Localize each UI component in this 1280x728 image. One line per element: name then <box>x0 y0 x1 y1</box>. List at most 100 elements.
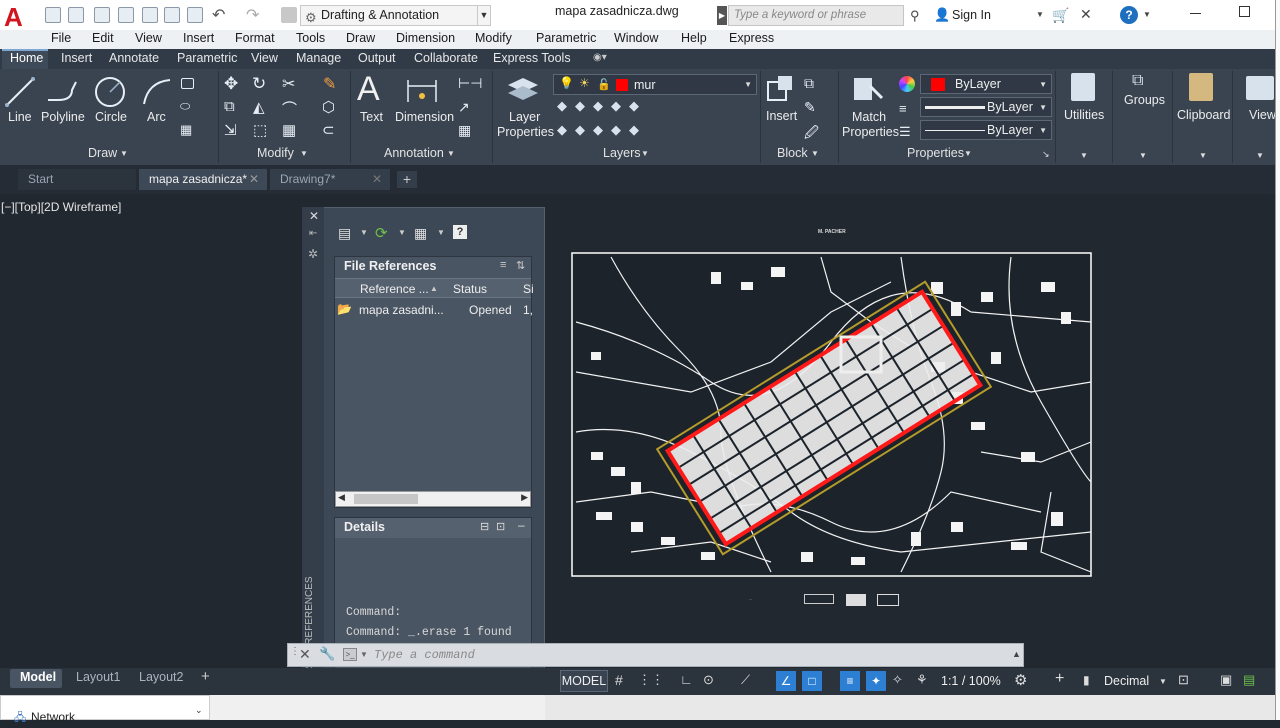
table-row[interactable]: 📂 mapa zasadni... Opened 1, <box>336 301 533 321</box>
gear-icon[interactable]: ⚙ <box>1014 671 1027 689</box>
help-icon[interactable]: ? <box>1120 6 1138 24</box>
menu-express[interactable]: Express <box>729 31 774 45</box>
mirror-icon[interactable]: ◭ <box>253 98 265 116</box>
ribbon-tab-express-tools[interactable]: Express Tools <box>493 51 571 65</box>
close-icon[interactable]: ✕ <box>309 209 319 223</box>
application-menu-button[interactable]: A <box>0 0 38 32</box>
chevron-down-icon[interactable]: ▼ <box>360 228 368 237</box>
chevron-down-icon[interactable]: ▼ <box>1256 151 1264 160</box>
chevron-down-icon[interactable]: ▼ <box>360 650 368 659</box>
snap-icon[interactable]: ⋮⋮ <box>638 672 664 688</box>
arc-button[interactable]: Arc <box>147 110 166 124</box>
chevron-down-icon[interactable]: ▼ <box>1159 677 1167 686</box>
search-expand-icon[interactable]: ▶ <box>717 6 727 25</box>
plus-icon[interactable]: + <box>1055 670 1064 688</box>
close-icon[interactable]: ✕ <box>299 646 311 663</box>
ellipse-icon[interactable]: ⬭ <box>180 99 190 114</box>
utilities-button[interactable]: Utilities <box>1064 108 1104 122</box>
insert-block-icon[interactable] <box>764 74 798 106</box>
copy-icon[interactable]: ⧉ <box>224 98 235 115</box>
calculator-icon[interactable] <box>1071 73 1095 101</box>
annotation-visibility-icon[interactable]: ⚘ <box>916 672 928 688</box>
command-prompt-icon[interactable]: >_ <box>343 648 357 661</box>
quick-properties-icon[interactable]: ⊡ <box>1178 672 1189 688</box>
file-tab-drawing7[interactable]: Drawing7* ✕ <box>270 169 390 190</box>
menu-tools[interactable]: Tools <box>296 31 325 45</box>
plot-icon[interactable] <box>187 7 203 23</box>
annotation-scale[interactable]: 1:1 / 100% <box>941 674 1001 688</box>
network-label[interactable]: Network <box>31 710 75 724</box>
minimize-icon[interactable] <box>1190 13 1201 14</box>
refresh-icon[interactable]: ⟳ <box>375 224 388 242</box>
annotation-panel-title[interactable]: Annotation <box>384 146 444 160</box>
preview-icon[interactable]: ⊡ <box>496 520 505 533</box>
edit-block-icon[interactable]: ✎ <box>804 99 816 116</box>
dimension-icon[interactable] <box>404 76 440 108</box>
column-reference-name[interactable]: Reference ... <box>360 282 429 296</box>
collapse-icon[interactable]: – <box>518 518 525 532</box>
match-properties-icon[interactable] <box>852 74 886 106</box>
linetype-dropdown[interactable]: ByLayer ▼ <box>920 120 1052 140</box>
color-wheel-icon[interactable] <box>899 76 915 92</box>
selection-cycling-icon[interactable]: ✧ <box>892 672 903 688</box>
hatch-icon[interactable]: ▦ <box>180 122 192 138</box>
create-block-icon[interactable]: ⧉ <box>804 75 814 92</box>
insert-button[interactable]: Insert <box>766 109 797 123</box>
linear-dimension-icon[interactable]: ⊢⊣ <box>458 75 482 92</box>
circle-button[interactable]: Circle <box>95 110 127 124</box>
arc-icon[interactable] <box>140 76 174 108</box>
ortho-icon[interactable]: ∟ <box>680 672 693 687</box>
ribbon-tab-parametric[interactable]: Parametric <box>177 51 237 65</box>
chevron-down-icon[interactable]: ▼ <box>398 228 406 237</box>
binoculars-icon[interactable]: ⚲ <box>910 8 920 24</box>
menu-file[interactable]: File <box>51 31 71 45</box>
lineweight-dropdown[interactable]: ByLayer ▼ <box>920 97 1052 117</box>
help-dropdown-icon[interactable]: ▼ <box>1143 10 1151 19</box>
circle-icon[interactable] <box>93 75 127 109</box>
signin-dropdown-icon[interactable]: ▼ <box>1036 10 1044 19</box>
layer-properties-icon[interactable] <box>506 74 540 106</box>
trim-icon[interactable]: ✂ <box>282 74 295 94</box>
save-icon[interactable] <box>94 7 110 23</box>
chevron-down-icon[interactable]: ▼ <box>1080 151 1088 160</box>
share-icon[interactable] <box>281 7 297 23</box>
polyline-button[interactable]: Polyline <box>41 110 85 124</box>
chevron-down-icon[interactable]: ▼ <box>447 149 455 158</box>
customize-wrench-icon[interactable]: 🔧 <box>319 646 335 662</box>
ribbon-tab-manage[interactable]: Manage <box>296 51 341 65</box>
exchange-icon[interactable]: ✕ <box>1080 6 1092 23</box>
properties-panel-title[interactable]: Properties <box>907 146 964 160</box>
chevron-down-icon[interactable]: ▼ <box>1139 151 1147 160</box>
leader-icon[interactable]: ↗ <box>458 99 470 116</box>
ribbon-tab-output[interactable]: Output <box>358 51 396 65</box>
table-icon[interactable]: ▦ <box>458 122 471 139</box>
view-button[interactable]: View <box>1249 108 1276 122</box>
object-snap-tracking-icon[interactable]: ∠ <box>776 671 796 691</box>
layer-tools-row-2[interactable]: ◆◆◆◆◆ <box>557 122 647 138</box>
workspace-dropdown[interactable]: ⚙ Drafting & Annotation ▼ <box>300 5 490 26</box>
lineweight-toggle-icon[interactable]: ≡ <box>840 671 860 691</box>
text-button[interactable]: Text <box>360 110 383 124</box>
dialog-launcher-icon[interactable]: ↘ <box>1042 149 1050 160</box>
chevron-down-icon[interactable]: ⌄ <box>195 705 203 716</box>
menu-dimension[interactable]: Dimension <box>396 31 455 45</box>
menu-modify[interactable]: Modify <box>475 31 512 45</box>
model-space-toggle[interactable]: MODEL <box>560 670 608 692</box>
chevron-down-icon[interactable]: ▼ <box>1199 151 1207 160</box>
scale-icon[interactable]: ⬚ <box>253 121 267 139</box>
customize-quick-access-button[interactable]: ▼ <box>477 5 491 26</box>
chevron-down-icon[interactable]: ▼ <box>964 149 972 158</box>
ribbon-tab-collaborate[interactable]: Collaborate <box>414 51 478 65</box>
layer-tools-row-1[interactable]: ◆◆◆◆◆ <box>557 98 647 114</box>
cart-icon[interactable]: 🛒 <box>1052 7 1069 24</box>
attach-dwg-icon[interactable]: ▤ <box>338 225 351 242</box>
ribbon-tab-annotate[interactable]: Annotate <box>109 51 159 65</box>
save-as-icon[interactable] <box>118 7 134 23</box>
menu-format[interactable]: Format <box>235 31 275 45</box>
chevron-down-icon[interactable]: ▼ <box>300 149 308 158</box>
units-dropdown[interactable]: Decimal <box>1104 674 1149 688</box>
dimension-button[interactable]: Dimension <box>395 110 454 124</box>
transparency-icon[interactable]: ✦ <box>866 671 886 691</box>
layout-tab-layout2[interactable]: Layout2 <box>139 670 183 684</box>
draw-panel-title[interactable]: Draw <box>88 146 117 160</box>
